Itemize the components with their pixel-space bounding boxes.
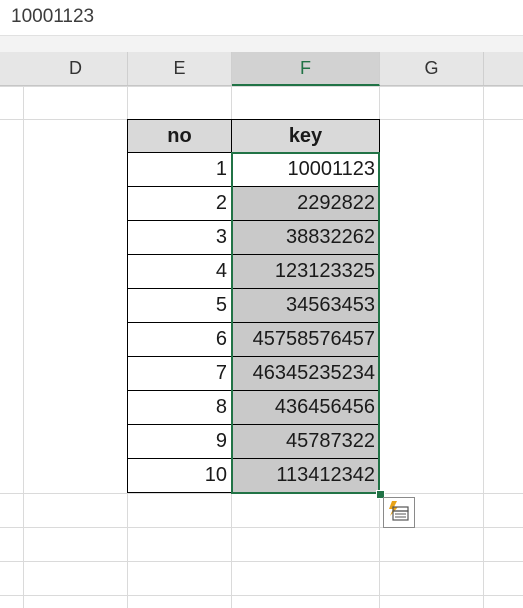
cell-key[interactable]: 45758576457 <box>231 322 380 357</box>
column-header-g[interactable]: G <box>380 52 484 85</box>
header-key[interactable]: key <box>231 119 380 153</box>
cell-key[interactable]: 10001123 <box>231 152 380 187</box>
cell-key[interactable]: 45787322 <box>231 424 380 459</box>
quick-analysis-icon <box>389 501 409 521</box>
cell-no[interactable]: 3 <box>127 220 232 255</box>
formula-value[interactable]: 10001123 <box>11 6 94 28</box>
cell-no[interactable]: 9 <box>127 424 232 459</box>
cell-no[interactable]: 1 <box>127 152 232 187</box>
column-header-e[interactable]: E <box>128 52 232 85</box>
cell-key[interactable]: 34563453 <box>231 288 380 323</box>
cell-key[interactable]: 436456456 <box>231 390 380 425</box>
cell-key[interactable]: 2292822 <box>231 186 380 221</box>
column-header-d[interactable]: D <box>24 52 128 85</box>
cell-no[interactable]: 2 <box>127 186 232 221</box>
cell-key[interactable]: 123123325 <box>231 254 380 289</box>
header-no[interactable]: no <box>127 119 232 153</box>
cell-key[interactable]: 46345235234 <box>231 356 380 391</box>
cell-no[interactable]: 10 <box>127 458 232 493</box>
toolbar-gap <box>0 36 523 52</box>
cell-no[interactable]: 5 <box>127 288 232 323</box>
cell-no[interactable]: 8 <box>127 390 232 425</box>
cell-no[interactable]: 6 <box>127 322 232 357</box>
column-header-row: D E F G <box>0 52 523 86</box>
formula-bar[interactable]: 10001123 <box>0 0 523 36</box>
cell-no[interactable]: 4 <box>127 254 232 289</box>
cell-key[interactable]: 38832262 <box>231 220 380 255</box>
quick-analysis-button[interactable] <box>383 497 415 528</box>
cell-no[interactable]: 7 <box>127 356 232 391</box>
column-header-f[interactable]: F <box>232 52 380 86</box>
cell-key[interactable]: 113412342 <box>231 458 380 493</box>
